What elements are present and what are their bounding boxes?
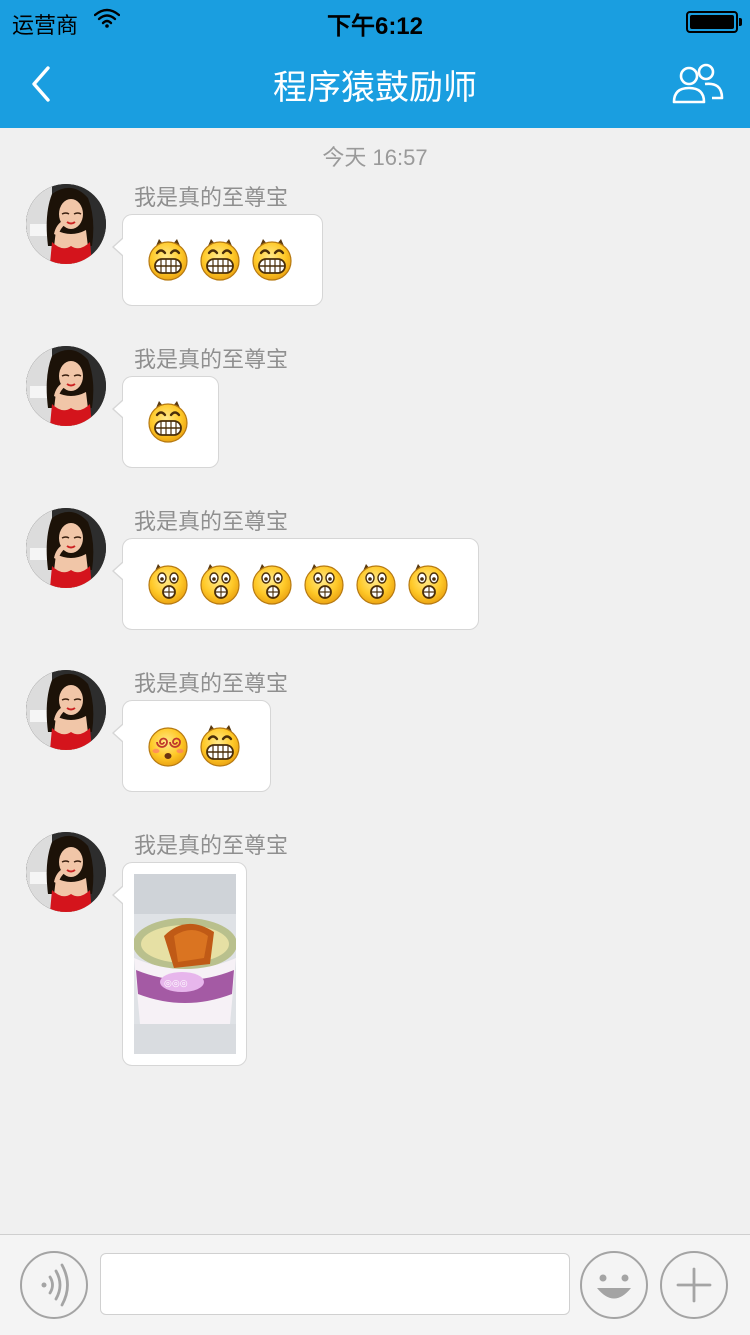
avatar[interactable] (26, 508, 106, 588)
message-bubble[interactable] (112, 700, 271, 792)
group-icon (672, 63, 724, 104)
sender-name: 我是真的至尊宝 (134, 185, 289, 210)
grin-emoji-icon (147, 399, 189, 443)
chat-timestamp: 今天 16:57 (322, 145, 428, 170)
scared-emoji-icon (303, 561, 345, 605)
navigation-bar: 运营商 下午6:12 程序猿鼓励师 (0, 0, 750, 128)
scared-emoji-icon (147, 561, 189, 605)
voice-button[interactable] (20, 1251, 88, 1319)
message-bubble[interactable] (112, 862, 247, 1066)
sender-name: 我是真的至尊宝 (134, 347, 289, 372)
scared-emoji-icon (251, 561, 293, 605)
message-input[interactable] (100, 1253, 570, 1315)
status-time: 下午6:12 (326, 13, 424, 40)
status-bar: 运营商 下午6:12 (0, 0, 750, 42)
avatar[interactable] (26, 670, 106, 750)
message-bubble[interactable] (112, 538, 479, 630)
scared-emoji-icon (199, 561, 241, 605)
avatar[interactable] (26, 832, 106, 912)
grin-emoji-icon (147, 237, 189, 281)
sender-name: 我是真的至尊宝 (134, 833, 289, 858)
image-message-thumbnail[interactable] (134, 874, 236, 1054)
message-bubble[interactable] (112, 376, 219, 468)
emoji-button[interactable] (580, 1251, 648, 1319)
avatar[interactable] (26, 184, 106, 264)
plus-icon (676, 1267, 712, 1303)
chat-input-bar (0, 1234, 750, 1335)
page-title: 程序猿鼓励师 (273, 69, 477, 107)
scared-emoji-icon (355, 561, 397, 605)
grin-emoji-icon (199, 237, 241, 281)
voice-icon (41, 1263, 69, 1307)
avatar[interactable] (26, 346, 106, 426)
message-bubble[interactable] (112, 214, 323, 306)
sender-name: 我是真的至尊宝 (134, 509, 289, 534)
scared-emoji-icon (407, 561, 449, 605)
dizzy-emoji-icon (147, 723, 189, 767)
group-members-button[interactable] (672, 62, 724, 108)
grin-emoji-icon (251, 237, 293, 281)
battery-icon (686, 11, 742, 33)
grin-emoji-icon (199, 723, 241, 767)
more-options-button[interactable] (660, 1251, 728, 1319)
smiley-icon (597, 1274, 631, 1299)
sender-name: 我是真的至尊宝 (134, 671, 289, 696)
